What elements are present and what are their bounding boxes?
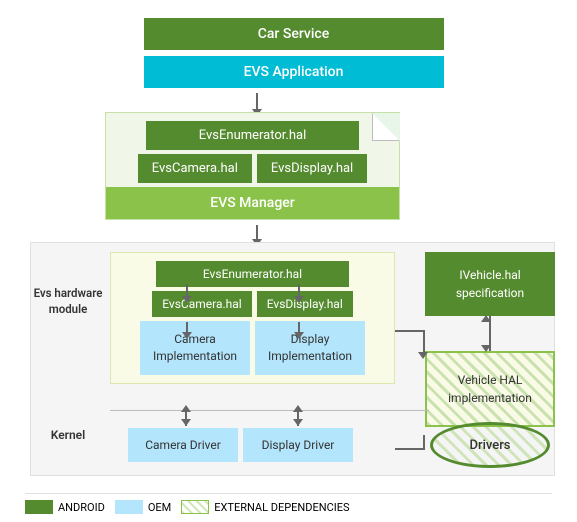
display-driver: Display Driver	[243, 428, 353, 462]
kernel-label: Kernel	[32, 428, 104, 442]
horiz-kernel-right	[395, 448, 425, 450]
vehicle-hal-impl: Vehicle HAL implementation	[425, 351, 555, 427]
evs-enumerator-lower: EvsEnumerator.hal	[156, 261, 349, 287]
camera-driver: Camera Driver	[128, 428, 238, 462]
arrow-right-section-down	[418, 352, 428, 359]
arrow-cam-impl	[186, 322, 188, 332]
arrow-evs-manager-down	[256, 225, 258, 239]
evs-hardware-module-label: Evs hardware module	[32, 285, 104, 317]
evs-application-bar: EVS Application	[144, 56, 444, 88]
arrow-disp-impl	[298, 322, 300, 332]
vert-kernel-right	[423, 435, 425, 450]
vert-connect-right-top	[423, 330, 425, 354]
arrow-evs-app-down	[256, 93, 258, 109]
arrow-cam-kernel-down	[181, 419, 191, 426]
legend-oem-label: OEM	[148, 501, 171, 514]
legend-android-box	[25, 500, 53, 514]
kernel-divider	[110, 410, 429, 411]
evs-camera-lower: EvsCamera.hal	[152, 291, 251, 317]
legend-ext-label: EXTERNAL DEPENDENCIES	[214, 501, 349, 514]
arrow-disp-kernel-down	[293, 419, 303, 426]
evs-display-hal-top: EvsDisplay.hal	[257, 154, 367, 183]
legend: ANDROID OEM EXTERNAL DEPENDENCIES	[25, 493, 552, 514]
arrow-disp-kernel-up	[293, 405, 303, 412]
legend-oem: OEM	[115, 500, 171, 514]
legend-ext-box	[181, 500, 209, 514]
horiz-connect-top	[395, 330, 425, 332]
legend-ext: EXTERNAL DEPENDENCIES	[181, 500, 349, 514]
car-service-bar: Car Service	[144, 18, 444, 50]
legend-android-label: ANDROID	[58, 501, 105, 514]
ivehicle-box: IVehicle.hal specification	[425, 252, 555, 316]
display-impl: Display Implementation	[255, 321, 365, 375]
evs-manager-bar: EVS Manager	[106, 187, 399, 219]
evs-display-lower: EvsDisplay.hal	[257, 291, 353, 317]
diagram-container: Car Service EVS Application EvsEnumerato…	[0, 0, 577, 522]
drivers-ellipse: Drivers	[430, 422, 550, 468]
camera-impl: Camera Implementation	[140, 321, 250, 375]
legend-android: ANDROID	[25, 500, 105, 514]
paper-fold-triangle	[372, 113, 400, 141]
evs-enumerator-hal-top: EvsEnumerator.hal	[146, 121, 359, 150]
evs-camera-hal-top: EvsCamera.hal	[138, 154, 252, 183]
arrow-cam-kernel-up	[181, 405, 191, 412]
legend-oem-box	[115, 500, 143, 514]
arrow-inner-right	[298, 284, 300, 296]
arrow-inner-left	[186, 284, 188, 296]
